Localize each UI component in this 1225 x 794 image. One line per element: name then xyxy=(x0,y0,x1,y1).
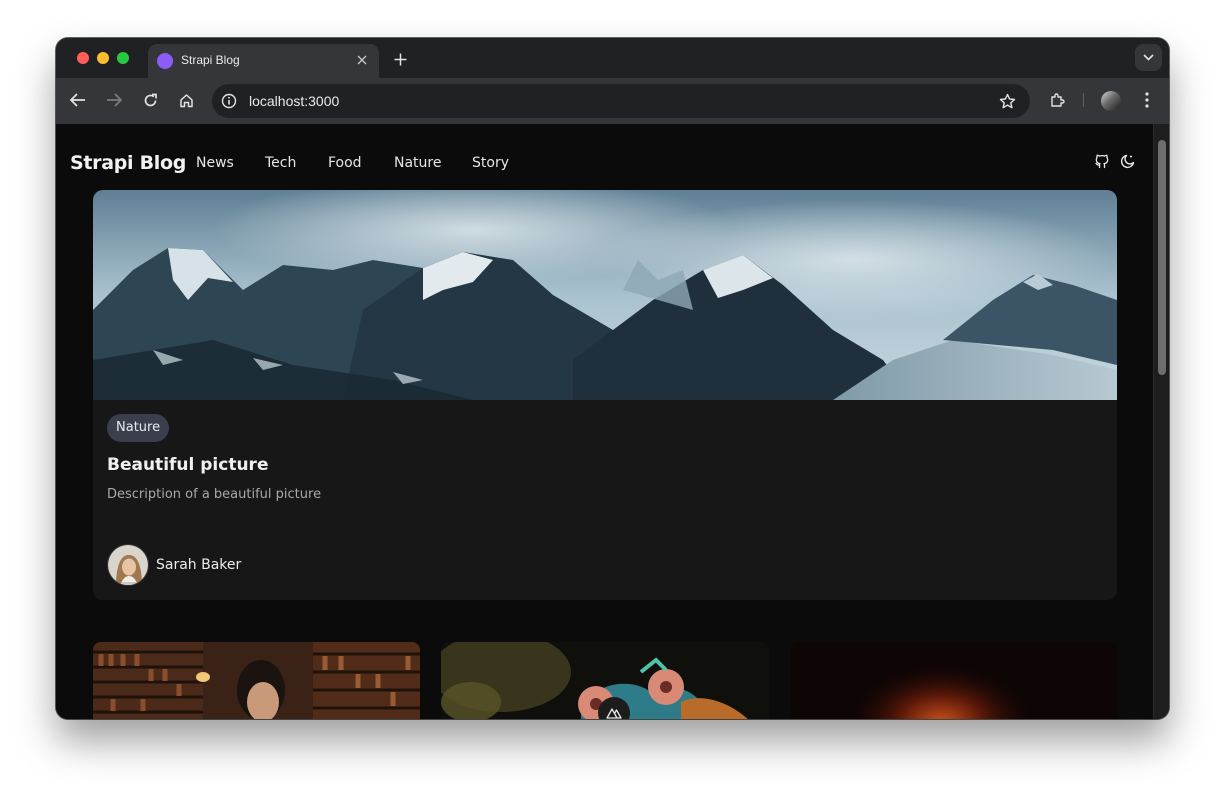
snowy-mountain-glacier-image xyxy=(93,190,1117,400)
zoom-window-button[interactable] xyxy=(117,52,129,64)
post-title[interactable]: Beautiful picture xyxy=(107,455,268,475)
site-brand[interactable]: Strapi Blog xyxy=(70,152,186,174)
avatar xyxy=(107,544,149,586)
nav-link-news[interactable]: News xyxy=(196,155,234,171)
extensions-icon[interactable] xyxy=(1046,89,1068,111)
author-name[interactable]: Sarah Baker xyxy=(156,557,241,573)
close-icon[interactable] xyxy=(353,51,371,69)
close-window-button[interactable] xyxy=(77,52,89,64)
nav-link-story[interactable]: Story xyxy=(472,155,509,171)
minimize-window-button[interactable] xyxy=(97,52,109,64)
moon-icon[interactable] xyxy=(1119,152,1137,170)
favicon-icon xyxy=(157,53,173,69)
kebab-menu-icon[interactable] xyxy=(1136,89,1158,111)
nav-link-tech[interactable]: Tech xyxy=(265,155,296,171)
featured-post-card[interactable]: Nature Beautiful picture Description of … xyxy=(93,190,1117,600)
browser-toolbar: localhost:3000 xyxy=(56,78,1169,124)
github-icon[interactable] xyxy=(1093,152,1111,170)
site-header: Strapi Blog News Tech Food Nature Story xyxy=(56,124,1153,188)
post-description: Description of a beautiful picture xyxy=(107,487,322,502)
scrollbar[interactable] xyxy=(1153,124,1169,719)
tab-strip: Strapi Blog xyxy=(56,38,1169,78)
nav-link-nature[interactable]: Nature xyxy=(394,155,441,171)
forward-arrow-icon[interactable] xyxy=(103,89,125,111)
toolbar-divider xyxy=(1083,93,1084,107)
library-portrait-image xyxy=(93,642,420,719)
page-viewport: Strapi Blog News Tech Food Nature Story xyxy=(56,124,1153,719)
browser-tab[interactable]: Strapi Blog xyxy=(148,44,379,78)
nav-link-food[interactable]: Food xyxy=(328,155,362,171)
profile-avatar[interactable] xyxy=(1101,91,1121,111)
info-icon[interactable] xyxy=(220,92,238,110)
browser-window: Strapi Blog localhost:3000 Strapi Blog N… xyxy=(56,38,1169,719)
back-arrow-icon[interactable] xyxy=(67,89,89,111)
url-text[interactable]: localhost:3000 xyxy=(249,93,339,109)
address-bar[interactable]: localhost:3000 xyxy=(212,84,1030,118)
home-icon[interactable] xyxy=(175,89,197,111)
scrollbar-thumb[interactable] xyxy=(1158,140,1166,375)
post-card-thumbnail[interactable] xyxy=(791,642,1118,719)
chevron-down-icon[interactable] xyxy=(1135,44,1162,71)
post-card-thumbnail[interactable] xyxy=(93,642,420,719)
star-icon[interactable] xyxy=(998,92,1016,110)
reload-icon[interactable] xyxy=(139,89,161,111)
tab-title: Strapi Blog xyxy=(181,53,240,67)
plus-icon[interactable] xyxy=(389,48,411,70)
dark-red-glow-image xyxy=(791,642,1118,719)
category-tag[interactable]: Nature xyxy=(107,414,170,442)
